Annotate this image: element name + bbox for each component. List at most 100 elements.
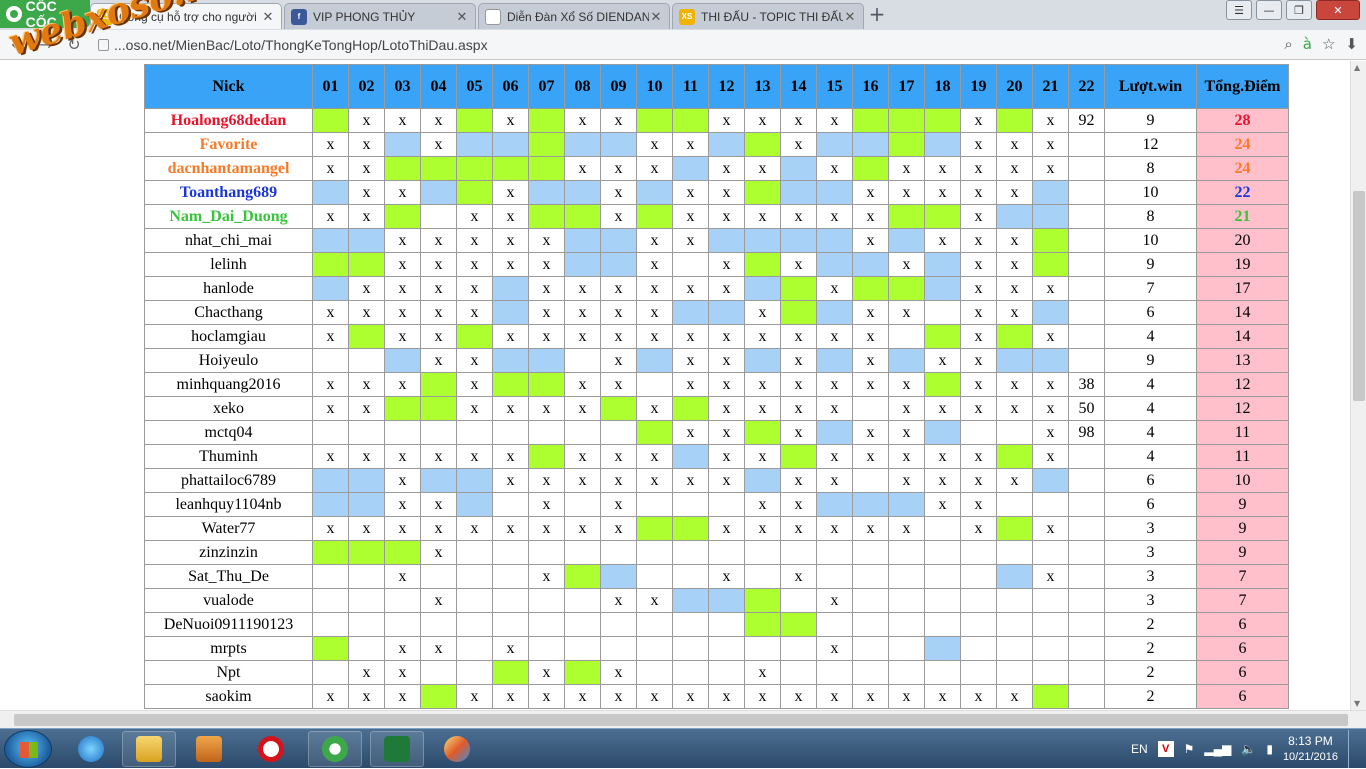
player-nick[interactable]: Water77 [144,516,313,541]
internet-explorer-icon[interactable] [64,731,118,767]
address-bar[interactable]: ...oso.net/MienBac/Loto/ThongKeTongHop/L… [96,34,1336,56]
player-nick[interactable]: Chacthang [144,300,313,325]
column-header-number[interactable]: 12 [708,64,745,109]
player-nick[interactable]: Toanthang689 [144,180,313,205]
column-header-number[interactable]: 11 [672,64,709,109]
player-nick[interactable]: Hoiyeulo [144,348,313,373]
vertical-scroll-thumb[interactable] [1353,191,1365,401]
player-nick[interactable]: zinzinzin [144,540,313,565]
network-icon[interactable]: ▂▄▆ [1204,742,1231,756]
wins-cell: 8 [1104,204,1197,229]
paint-icon[interactable] [430,731,484,767]
column-header-number[interactable]: 20 [996,64,1033,109]
player-nick[interactable]: hanlode [144,276,313,301]
language-indicator[interactable]: EN [1131,742,1148,756]
close-tab-icon[interactable]: ✕ [649,9,663,25]
empty-cell [312,420,349,445]
column-header-number[interactable]: 19 [960,64,997,109]
player-nick[interactable]: dacnhantamangel [144,156,313,181]
battery-icon[interactable]: ▮ [1266,742,1273,756]
column-header-number[interactable]: 15 [816,64,853,109]
show-desktop-button[interactable] [1348,730,1358,768]
opera-icon[interactable] [244,731,298,767]
miss-cell [384,516,421,541]
new-tab-button[interactable]: + [868,4,886,24]
points-cell: 22 [1196,180,1289,205]
column-header-number[interactable]: 02 [348,64,385,109]
column-header-number[interactable]: 13 [744,64,781,109]
player-nick[interactable]: Thuminh [144,444,313,469]
antivirus-icon[interactable]: V [1157,741,1174,757]
translate-icon[interactable]: à [1303,35,1312,53]
file-explorer-icon[interactable] [122,731,176,767]
horizontal-scrollbar[interactable] [0,710,1366,728]
column-header-number[interactable]: 14 [780,64,817,109]
miss-cell [456,396,493,421]
player-nick[interactable]: Nam_Dai_Duong [144,204,313,229]
player-nick[interactable]: Hoalong68dedan [144,108,313,133]
maximize-button[interactable]: ❐ [1286,0,1312,20]
minimize-button[interactable]: — [1256,0,1282,20]
bookmark-star-icon[interactable]: ☆ [1322,35,1335,53]
column-header-number[interactable]: 22 [1068,64,1105,109]
excel-icon[interactable] [370,731,424,767]
column-header-number[interactable]: 06 [492,64,529,109]
column-header-number[interactable]: 01 [312,64,349,109]
column-header-points[interactable]: Tổng.Điểm [1196,64,1289,109]
clock[interactable]: 8:13 PM 10/21/2016 [1283,733,1338,765]
player-nick[interactable]: nhat_chi_mai [144,228,313,253]
column-header-number[interactable]: 08 [564,64,601,109]
zoom-icon[interactable]: ⌕ [1284,35,1292,53]
tab-1[interactable]: f VIP PHONG THỦY ✕ [284,3,476,29]
column-header-number[interactable]: 03 [384,64,421,109]
player-nick[interactable]: vualode [144,588,313,613]
column-header-nick[interactable]: Nick [144,64,313,109]
start-button[interactable] [4,730,52,768]
player-nick[interactable]: Npt [144,660,313,685]
column-header-number[interactable]: 18 [924,64,961,109]
media-player-icon[interactable] [182,731,236,767]
horizontal-scroll-thumb[interactable] [14,714,1348,726]
volume-icon[interactable]: 🔈 [1241,742,1256,756]
miss-cell [528,300,565,325]
table-row: minhquang2016 38412 [144,372,1289,397]
player-nick[interactable]: lelinh [144,252,313,277]
column-header-number[interactable]: 17 [888,64,925,109]
coccoc-browser-icon[interactable] [308,731,362,767]
column-header-number[interactable]: 05 [456,64,493,109]
scroll-up-icon[interactable]: ▲ [1354,63,1360,72]
column-header-number[interactable]: 16 [852,64,889,109]
player-nick[interactable]: saokim [144,684,313,709]
close-window-button[interactable]: ✕ [1316,0,1360,20]
player-nick[interactable]: mctq04 [144,420,313,445]
column-header-number[interactable]: 09 [600,64,637,109]
page-info-icon[interactable] [98,39,109,51]
empty-cell [816,612,853,637]
player-nick[interactable]: DeNuoi0911190123 [144,612,313,637]
close-tab-icon[interactable]: ✕ [843,9,857,25]
column-header-wins[interactable]: Lượt.win [1104,64,1197,109]
tab-2[interactable]: Diễn Đàn Xổ Số DIENDAN ✕ [478,3,670,29]
empty-cell [528,540,565,565]
flag-icon[interactable]: ⚑ [1184,742,1195,756]
column-header-number[interactable]: 07 [528,64,565,109]
download-icon[interactable]: ⬇ [1345,35,1358,53]
scroll-down-icon[interactable]: ▼ [1354,699,1360,708]
tab-3[interactable]: XS THI ĐẤU - TOPIC THI ĐẤU ✕ [672,3,864,29]
player-nick[interactable]: leanhquy1104nb [144,492,313,517]
player-nick[interactable]: mrpts [144,636,313,661]
column-header-number[interactable]: 04 [420,64,457,109]
player-nick[interactable]: phattailoc6789 [144,468,313,493]
column-header-number[interactable]: 21 [1032,64,1069,109]
close-tab-icon[interactable]: ✕ [261,9,275,25]
player-nick[interactable]: hoclamgiau [144,324,313,349]
player-nick[interactable]: xeko [144,396,313,421]
hit-cell [528,180,565,205]
player-nick[interactable]: minhquang2016 [144,372,313,397]
column-header-number[interactable]: 10 [636,64,673,109]
vertical-scrollbar[interactable]: ▲ ▼ [1350,61,1366,710]
menu-button[interactable]: ☰ [1226,0,1252,20]
player-nick[interactable]: Sat_Thu_De [144,564,313,589]
player-nick[interactable]: Favorite [144,132,313,157]
close-tab-icon[interactable]: ✕ [455,9,469,25]
